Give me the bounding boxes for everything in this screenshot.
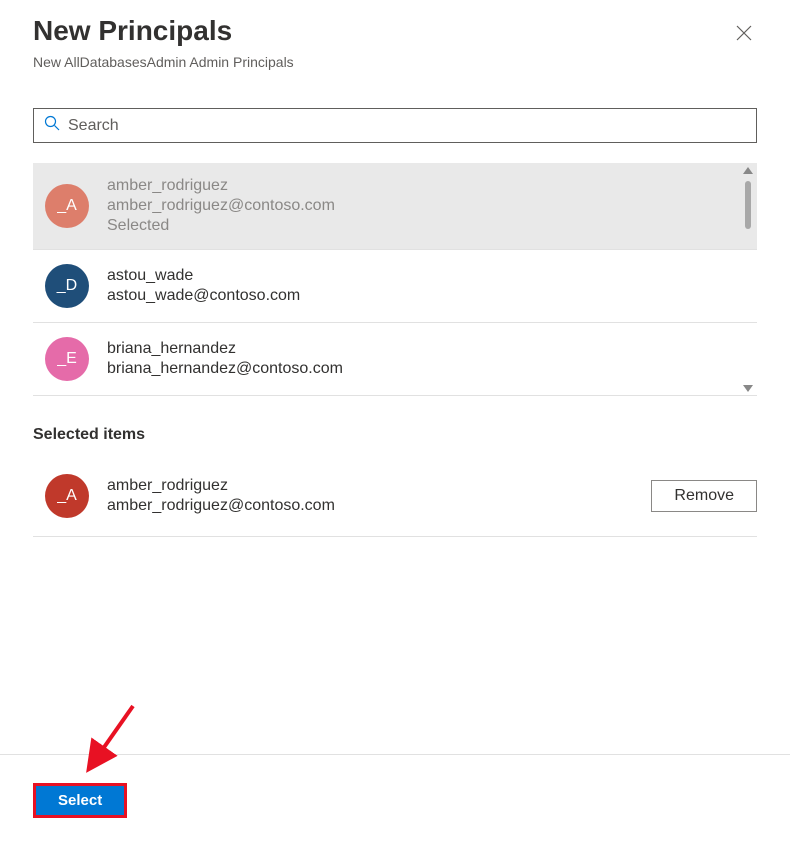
scroll-up-icon[interactable]	[743, 167, 753, 174]
selected-item-info: amber_rodriguez amber_rodriguez@contoso.…	[107, 477, 651, 515]
result-info: astou_wade astou_wade@contoso.com	[107, 267, 745, 305]
result-row[interactable]: _A amber_rodriguez amber_rodriguez@conto…	[33, 163, 757, 250]
select-button-highlight: Select	[33, 783, 127, 818]
result-name: astou_wade	[107, 267, 745, 285]
close-icon	[736, 24, 752, 46]
selected-item-email: amber_rodriguez@contoso.com	[107, 497, 651, 515]
search-input[interactable]	[68, 117, 746, 135]
avatar-initials: _E	[57, 350, 77, 368]
remove-button[interactable]: Remove	[651, 480, 757, 512]
panel-subtitle: New AllDatabasesAdmin Admin Principals	[33, 54, 757, 70]
avatar-initials: _D	[57, 277, 77, 295]
result-row[interactable]: _E briana_hernandez briana_hernandez@con…	[33, 323, 757, 395]
result-name: amber_rodriguez	[107, 177, 745, 195]
panel-footer: Select	[0, 754, 790, 818]
panel-title: New Principals	[33, 15, 232, 47]
scroll-thumb[interactable]	[745, 181, 751, 229]
selected-item-name: amber_rodriguez	[107, 477, 651, 495]
scroll-down-icon[interactable]	[743, 385, 753, 392]
search-icon	[44, 115, 68, 136]
avatar: _E	[45, 337, 89, 381]
avatar: _A	[45, 184, 89, 228]
selected-items-heading: Selected items	[33, 426, 757, 444]
result-name: briana_hernandez	[107, 340, 745, 358]
avatar: _A	[45, 474, 89, 518]
result-info: briana_hernandez briana_hernandez@contos…	[107, 340, 745, 378]
avatar-initials: _A	[57, 197, 77, 215]
close-button[interactable]	[731, 20, 757, 50]
result-row[interactable]: _D astou_wade astou_wade@contoso.com	[33, 250, 757, 323]
result-email: astou_wade@contoso.com	[107, 287, 745, 305]
avatar: _D	[45, 264, 89, 308]
scrollbar[interactable]	[739, 163, 757, 396]
panel-header: New Principals	[33, 15, 757, 50]
result-status: Selected	[107, 217, 745, 235]
results-list: _A amber_rodriguez amber_rodriguez@conto…	[33, 163, 757, 396]
result-info: amber_rodriguez amber_rodriguez@contoso.…	[107, 177, 745, 235]
result-email: briana_hernandez@contoso.com	[107, 360, 745, 378]
avatar-initials: _A	[57, 487, 77, 505]
select-button[interactable]: Select	[36, 786, 124, 815]
selected-item-row: _A amber_rodriguez amber_rodriguez@conto…	[33, 464, 757, 537]
result-email: amber_rodriguez@contoso.com	[107, 197, 745, 215]
search-box[interactable]	[33, 108, 757, 143]
